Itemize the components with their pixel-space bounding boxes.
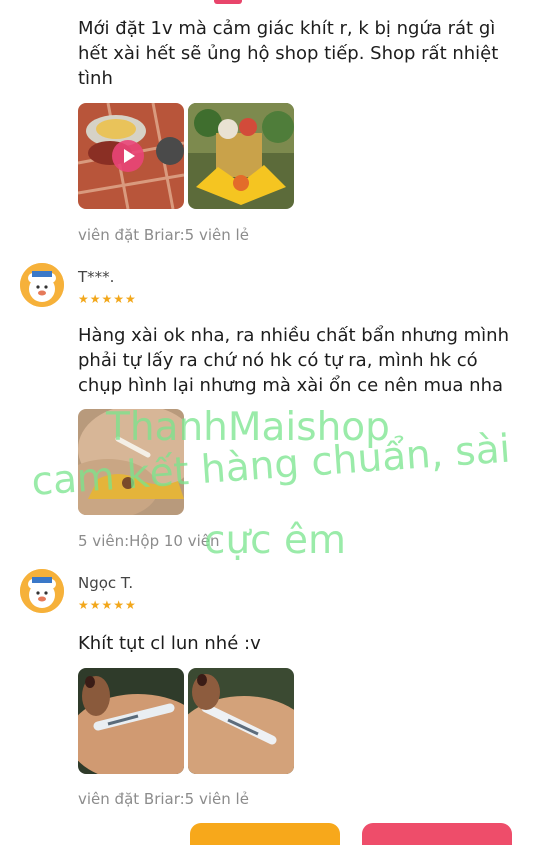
review-variant: viên đặt Briar:5 viên lẻ bbox=[78, 790, 249, 808]
review-text: Khít tụt cl lun nhé :v bbox=[78, 633, 261, 654]
review-text: Mới đặt 1v mà cảm giác khít r, k bị ngứa… bbox=[78, 18, 499, 89]
review-photo[interactable] bbox=[78, 409, 184, 515]
review-photo[interactable] bbox=[188, 668, 294, 774]
review-variant: 5 viên:Hộp 10 viên bbox=[78, 532, 220, 550]
avatar[interactable] bbox=[20, 263, 64, 307]
avatar[interactable] bbox=[20, 569, 64, 613]
reviewer-name: Ngọc T. bbox=[78, 574, 134, 592]
review-text: Hàng xài ok nha, ra nhiều chất bẩn nhưng… bbox=[78, 325, 509, 396]
reviewer-name: T***. bbox=[78, 268, 115, 286]
tab-indicator bbox=[214, 0, 242, 4]
bottom-action-button-2[interactable] bbox=[362, 823, 512, 845]
review-video-thumbnail[interactable] bbox=[78, 103, 184, 209]
review-photo[interactable] bbox=[188, 103, 294, 209]
watermark-line-3: cực êm bbox=[204, 518, 346, 563]
review-photo[interactable] bbox=[78, 668, 184, 774]
review-variant: viên đặt Briar:5 viên lẻ bbox=[78, 226, 249, 244]
bottom-action-button-1[interactable] bbox=[190, 823, 340, 845]
play-icon[interactable] bbox=[112, 140, 144, 172]
rating-stars: ★★★★★ bbox=[78, 292, 137, 306]
rating-stars: ★★★★★ bbox=[78, 598, 137, 612]
